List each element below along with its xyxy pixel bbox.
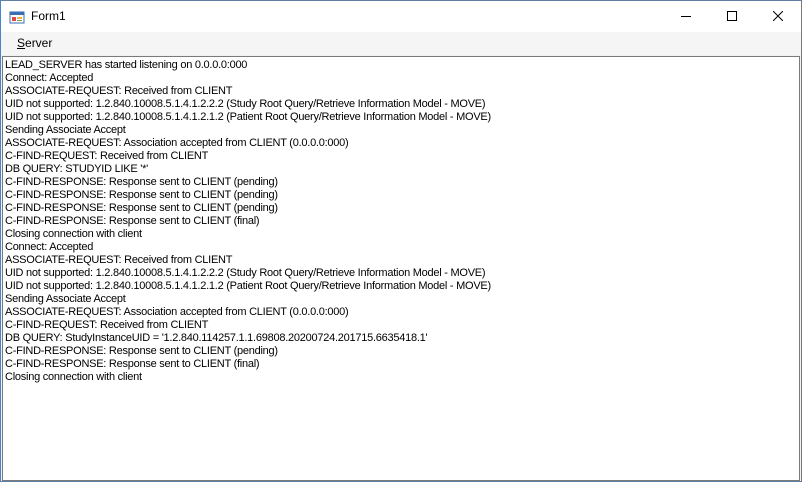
minimize-icon <box>681 16 691 17</box>
log-line: C-FIND-REQUEST: Received from CLIENT <box>5 319 209 331</box>
log-line: C-FIND-RESPONSE: Response sent to CLIENT… <box>5 215 260 227</box>
log-line: LEAD_SERVER has started listening on 0.0… <box>5 59 248 71</box>
log-line: Connect: Accepted <box>5 241 94 253</box>
log-textbox[interactable]: LEAD_SERVER has started listening on 0.0… <box>2 56 800 481</box>
log-line: UID not supported: 1.2.840.10008.5.1.4.1… <box>5 267 486 279</box>
close-icon <box>773 11 783 21</box>
log-line: C-FIND-RESPONSE: Response sent to CLIENT… <box>5 345 278 357</box>
log-line: UID not supported: 1.2.840.10008.5.1.4.1… <box>5 111 491 123</box>
log-line: C-FIND-RESPONSE: Response sent to CLIENT… <box>5 202 278 214</box>
log-line: Connect: Accepted <box>5 72 94 84</box>
log-line: Sending Associate Accept <box>5 293 126 305</box>
menu-server[interactable]: Server <box>9 36 60 50</box>
close-button[interactable] <box>755 1 801 31</box>
form-app-icon[interactable] <box>9 9 25 25</box>
menu-bar: Server <box>1 32 801 55</box>
maximize-icon <box>727 11 737 21</box>
app-window: Form1 Server LEAD_SERVER has started lis… <box>0 0 802 482</box>
log-line: UID not supported: 1.2.840.10008.5.1.4.1… <box>5 98 486 110</box>
log-line: ASSOCIATE-REQUEST: Association accepted … <box>5 306 349 318</box>
log-line: C-FIND-RESPONSE: Response sent to CLIENT… <box>5 189 278 201</box>
window-title: Form1 <box>31 9 66 23</box>
log-lines: LEAD_SERVER has started listening on 0.0… <box>5 59 797 384</box>
log-line: UID not supported: 1.2.840.10008.5.1.4.1… <box>5 280 491 292</box>
menu-server-mnemonic: S <box>17 36 26 50</box>
maximize-button[interactable] <box>709 1 755 31</box>
title-bar[interactable]: Form1 <box>1 1 801 32</box>
log-line: ASSOCIATE-REQUEST: Association accepted … <box>5 137 349 149</box>
log-line: Sending Associate Accept <box>5 124 126 136</box>
log-line: Closing connection with client <box>5 228 142 240</box>
log-line: C-FIND-RESPONSE: Response sent to CLIENT… <box>5 358 260 370</box>
log-line: DB QUERY: STUDYID LIKE '*' <box>5 163 148 175</box>
log-line: C-FIND-REQUEST: Received from CLIENT <box>5 150 209 162</box>
minimize-button[interactable] <box>663 1 709 31</box>
log-line: Closing connection with client <box>5 371 142 383</box>
menu-server-label: erver <box>25 36 53 50</box>
log-line: DB QUERY: StudyInstanceUID = '1.2.840.11… <box>5 332 428 344</box>
log-line: C-FIND-RESPONSE: Response sent to CLIENT… <box>5 176 278 188</box>
log-line: ASSOCIATE-REQUEST: Received from CLIENT <box>5 254 233 266</box>
log-line: ASSOCIATE-REQUEST: Received from CLIENT <box>5 85 233 97</box>
